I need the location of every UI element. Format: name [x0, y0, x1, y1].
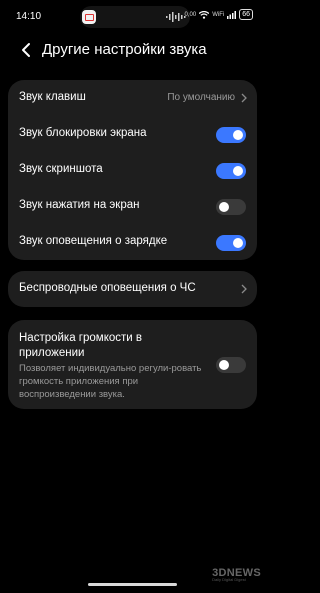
toggle-knob — [233, 166, 243, 176]
emergency-alerts-card[interactable]: Беспроводные оповещения о ЧС — [8, 271, 257, 307]
toggle-knob — [233, 238, 243, 248]
sound-settings-card: Звук клавиш По умолчанию Звук блокировки… — [8, 80, 257, 260]
wifi-label: WiFi — [212, 11, 225, 18]
touch-sound-label: Звук нажатия на экран — [19, 199, 140, 211]
toggle-knob — [233, 130, 243, 140]
app-volume-card: Настройка громкости в приложении Позволя… — [8, 320, 257, 409]
charging-sound-label: Звук оповещения о зарядке — [19, 235, 168, 247]
watermark-logo: 3DNEWS Daily Digital Digest — [212, 567, 261, 582]
screenshot-sound-toggle[interactable] — [216, 163, 246, 179]
back-arrow-icon[interactable] — [20, 42, 32, 58]
chevron-right-icon — [241, 284, 247, 294]
lock-sound-row: Звук блокировки экрана — [8, 116, 257, 152]
key-sound-label: Звук клавиш — [19, 91, 86, 103]
app-volume-title: Настройка громкости в приложении — [19, 332, 143, 359]
signal-icon — [227, 10, 237, 19]
screenshot-sound-label: Звук скриншота — [19, 163, 103, 175]
network-speed: 0,00 — [184, 11, 197, 18]
touch-sound-toggle[interactable] — [216, 199, 246, 215]
lock-sound-label: Звук блокировки экрана — [19, 127, 147, 139]
charging-sound-toggle[interactable] — [216, 235, 246, 251]
home-indicator[interactable] — [88, 583, 177, 586]
charging-sound-row: Звук оповещения о зарядке — [8, 224, 257, 260]
status-icons: 0,00 WiFi 66 — [185, 9, 253, 20]
app-volume-toggle[interactable] — [216, 357, 246, 373]
toggle-knob — [219, 360, 229, 370]
status-time: 14:10 — [16, 11, 42, 22]
key-sound-row[interactable]: Звук клавиш По умолчанию — [8, 80, 257, 116]
screenshot-sound-row: Звук скриншота — [8, 152, 257, 188]
wifi-icon — [199, 10, 210, 19]
battery-icon: 66 — [239, 9, 253, 20]
status-bar: 14:10 0,00 WiFi 66 — [0, 0, 265, 34]
app-volume-description: Позволяет индивидуально регули-ровать гр… — [19, 363, 202, 400]
touch-sound-row: Звук нажатия на экран — [8, 188, 257, 224]
emergency-alerts-label: Беспроводные оповещения о ЧС — [19, 282, 196, 294]
page-header: Другие настройки звука — [0, 34, 265, 66]
lock-sound-toggle[interactable] — [216, 127, 246, 143]
key-sound-value: По умолчанию — [167, 92, 235, 103]
chevron-right-icon — [241, 93, 247, 103]
emergency-alerts-row[interactable]: Беспроводные оповещения о ЧС — [8, 271, 257, 307]
media-app-icon — [82, 10, 96, 24]
toggle-knob — [219, 202, 229, 212]
audio-waveform-icon — [166, 12, 186, 22]
page-title: Другие настройки звука — [42, 41, 207, 58]
dynamic-island[interactable] — [80, 6, 190, 28]
